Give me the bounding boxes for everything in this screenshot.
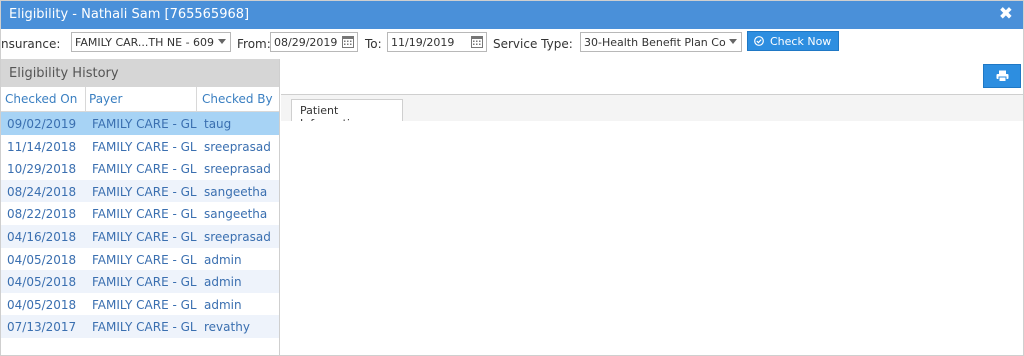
cell-payer: FAMILY CARE - GL( [92, 297, 197, 312]
history-table-body: 09/02/2019 FAMILY CARE - GL( taug 11/14/… [1, 112, 279, 338]
table-row[interactable]: 04/05/2018 FAMILY CARE - GL( admin [1, 248, 279, 271]
service-type-value: 30-Health Benefit Plan Co [584, 36, 726, 49]
tab-patient-information[interactable]: Patient Information [291, 99, 403, 130]
cell-payer: FAMILY CARE - GL( [92, 275, 197, 290]
insurance-value: FAMILY CAR...TH NE - 609 [75, 36, 215, 49]
panel-header: Eligibility History [1, 59, 279, 87]
table-row[interactable]: 10/29/2018 FAMILY CARE - GL( sreeprasad [1, 157, 279, 180]
cell-checked-on: 04/05/2018 [7, 275, 77, 290]
column-header-checked-by[interactable]: Checked By [202, 92, 273, 106]
cell-checked-on: 04/05/2018 [7, 252, 77, 267]
cell-checked-by: admin [204, 297, 242, 312]
table-row[interactable]: 09/02/2019 FAMILY CARE - GL( taug [1, 112, 279, 135]
history-table-header: Checked On Payer Checked By [1, 87, 279, 112]
eligibility-toolbar: nsurance: FAMILY CAR...TH NE - 609 From:… [1, 29, 1023, 57]
table-row[interactable]: 07/13/2017 FAMILY CARE - GL( revathy [1, 315, 279, 338]
insurance-label: nsurance: [1, 37, 61, 51]
cell-checked-on: 08/24/2018 [7, 184, 77, 199]
cell-checked-by: sangeetha [204, 184, 268, 199]
cell-payer: FAMILY CARE - GL( [92, 162, 197, 177]
table-row[interactable]: 04/05/2018 FAMILY CARE - GL( admin [1, 293, 279, 316]
cell-checked-on: 04/16/2018 [7, 229, 77, 244]
tab-content [281, 121, 1023, 355]
column-header-payer[interactable]: Payer [89, 92, 122, 106]
cell-checked-by: admin [204, 275, 242, 290]
service-type-select[interactable]: 30-Health Benefit Plan Co [580, 32, 742, 52]
cell-payer: FAMILY CARE - GL( [92, 229, 197, 244]
window-title: Eligibility - Nathali Sam [765565968] [9, 7, 250, 22]
cell-checked-on: 09/02/2019 [7, 117, 77, 131]
eligibility-history-panel: Eligibility History Checked On Payer Che… [1, 59, 280, 355]
table-row[interactable]: 11/14/2018 FAMILY CARE - GL( sreeprasad [1, 135, 279, 158]
eligibility-window: Eligibility - Nathali Sam [765565968] ✖ … [0, 0, 1024, 356]
table-row[interactable]: 08/24/2018 FAMILY CARE - GL( sangeetha [1, 179, 279, 203]
print-button[interactable] [983, 64, 1021, 88]
detail-tabs: Patient Information [281, 94, 1023, 130]
panel-title: Eligibility History [9, 66, 119, 81]
table-row[interactable]: 08/22/2018 FAMILY CARE - GL( sangeetha [1, 202, 279, 225]
chevron-down-icon [729, 39, 737, 44]
eligibility-detail-panel: Patient Information [281, 59, 1023, 355]
cell-checked-by: sreeprasad [204, 139, 271, 154]
to-label: To: [365, 37, 382, 51]
service-type-label: Service Type: [493, 37, 573, 51]
window-titlebar: Eligibility - Nathali Sam [765565968] ✖ [1, 1, 1023, 29]
cell-checked-on: 08/22/2018 [7, 207, 77, 222]
cell-checked-by: taug [204, 117, 232, 131]
cell-payer: FAMILY CARE - GL( [92, 207, 197, 222]
check-now-button[interactable]: Check Now [747, 31, 839, 51]
print-icon [996, 70, 1009, 82]
from-date-field[interactable]: 08/29/2019 [270, 32, 358, 52]
column-divider [85, 87, 86, 111]
check-circle-icon [754, 36, 764, 46]
cell-payer: FAMILY CARE - GL( [92, 139, 197, 154]
cell-payer: FAMILY CARE - GL( [92, 184, 197, 199]
table-row[interactable]: 04/05/2018 FAMILY CARE - GL( admin [1, 270, 279, 293]
cell-checked-by: sreeprasad [204, 229, 271, 244]
to-date-field[interactable]: 11/19/2019 [387, 32, 487, 52]
cell-checked-on: 11/14/2018 [7, 139, 77, 154]
cell-checked-on: 07/13/2017 [7, 320, 77, 335]
check-now-label: Check Now [770, 35, 832, 48]
cell-checked-by: revathy [204, 320, 250, 335]
cell-payer: FAMILY CARE - GL( [92, 252, 197, 267]
column-divider [196, 87, 197, 111]
chevron-down-icon [218, 39, 226, 44]
column-header-checked-on[interactable]: Checked On [5, 92, 77, 106]
from-date-value: 08/29/2019 [274, 36, 338, 49]
close-icon[interactable]: ✖ [999, 4, 1013, 24]
cell-payer: FAMILY CARE - GL( [92, 320, 197, 335]
cell-payer: FAMILY CARE - GL( [92, 117, 197, 131]
table-row[interactable]: 04/16/2018 FAMILY CARE - GL( sreeprasad [1, 224, 279, 248]
insurance-select[interactable]: FAMILY CAR...TH NE - 609 [71, 32, 231, 52]
to-date-value: 11/19/2019 [391, 36, 455, 49]
cell-checked-by: admin [204, 252, 242, 267]
cell-checked-by: sreeprasad [204, 162, 271, 177]
from-label: From: [237, 37, 271, 51]
calendar-icon[interactable] [342, 36, 354, 48]
cell-checked-on: 10/29/2018 [7, 162, 77, 177]
cell-checked-by: sangeetha [204, 207, 268, 222]
calendar-icon[interactable] [471, 36, 483, 48]
cell-checked-on: 04/05/2018 [7, 297, 77, 312]
